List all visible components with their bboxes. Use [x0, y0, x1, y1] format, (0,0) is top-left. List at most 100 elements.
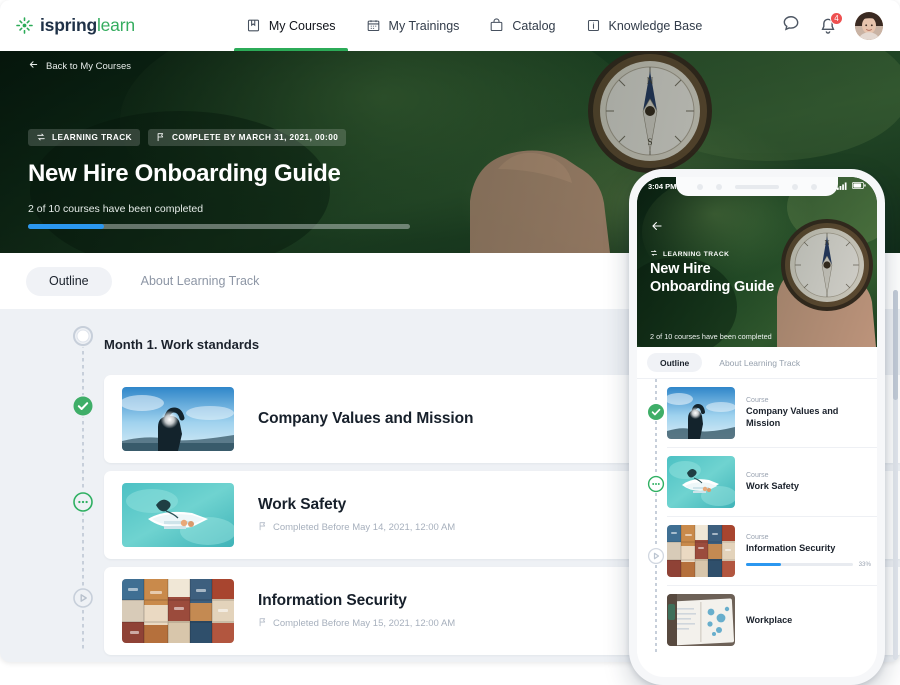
tab-label: Outline: [49, 274, 89, 288]
course-due-label: Completed Before May 15, 2021, 12:00 AM: [273, 618, 456, 629]
phone-course-name: Work Safety: [746, 480, 799, 491]
nav-tab-label: Knowledge Base: [608, 18, 703, 33]
phone-course-thumbnail: [667, 594, 735, 646]
phone-course-list: Course Company Values and Mission Course…: [637, 379, 877, 654]
phone-course-name: Information Security: [746, 543, 836, 554]
course-thumbnail: [122, 387, 234, 451]
phone-course-name: Company Values and Mission: [746, 405, 839, 428]
learning-track-icon: [650, 249, 658, 259]
phone-course-row[interactable]: Course Company Values and Mission: [667, 379, 877, 448]
chat-bubble-icon[interactable]: [781, 13, 801, 38]
outline-section-title: Month 1. Work standards: [104, 336, 260, 352]
nav-tab-catalog[interactable]: Catalog: [474, 0, 570, 51]
ispring-sparkle-icon: [15, 16, 34, 35]
empty-circle-icon: [73, 326, 93, 346]
notification-badge: 4: [830, 11, 843, 25]
course-card-text: Company Values and Mission: [258, 410, 473, 428]
flag-icon: [258, 521, 268, 534]
nav-tab-knowledge-base[interactable]: Knowledge Base: [571, 0, 718, 51]
course-card-text: Information Security Completed Before Ma…: [258, 592, 455, 630]
phone-course-row[interactable]: Course Information Security 33%: [667, 517, 877, 586]
screenshot-root: ispringlearn My Courses My Trainings Cat…: [0, 0, 900, 685]
phone-chip-learning-track: LEARNING TRACK: [650, 249, 729, 259]
tab-about-learning-track[interactable]: About Learning Track: [118, 267, 283, 296]
hand-sun-photo: [122, 387, 234, 451]
timeline-node-not-started: [72, 587, 94, 609]
tab-outline[interactable]: Outline: [26, 266, 112, 296]
brand-name-secondary: learn: [96, 15, 135, 35]
phone-course-thumbnail: [667, 525, 735, 577]
brand-name-primary: ispring: [40, 15, 97, 35]
scrollbar-thumb[interactable]: [893, 290, 898, 400]
nav-tab-label: Catalog: [512, 18, 556, 33]
suitcases-photo: [667, 525, 735, 577]
phone-course-name: Workplace: [746, 615, 793, 626]
phone-tab-outline[interactable]: Outline: [647, 353, 703, 372]
brand-logo[interactable]: ispringlearn: [15, 15, 135, 36]
phone-course-kind: Course: [746, 471, 769, 479]
page-scrollbar[interactable]: [893, 290, 898, 660]
info-icon: [586, 18, 601, 33]
timeline-rail: [72, 325, 94, 652]
timeline-node-section: [72, 325, 94, 347]
suitcases-photo: [122, 579, 234, 643]
chip-label: LEARNING TRACK: [52, 133, 132, 142]
tab-label: About Learning Track: [140, 274, 260, 288]
phone-course-text: Course Information Security 33%: [746, 534, 877, 568]
nav-tab-my-courses[interactable]: My Courses: [231, 0, 351, 51]
learning-track-icon: [36, 132, 46, 144]
book-icon: [246, 18, 261, 33]
hero-progress-bar: [28, 224, 410, 229]
back-to-my-courses-link[interactable]: Back to My Courses: [28, 59, 131, 73]
check-circle-icon: [73, 396, 93, 416]
phone-back-button[interactable]: [650, 219, 664, 238]
phone-progress-text: 2 of 10 courses have been completed: [650, 332, 772, 341]
phone-chip-label: LEARNING TRACK: [663, 250, 730, 258]
in-progress-circle-icon: [73, 492, 93, 512]
timeline-node-completed: [72, 395, 94, 417]
signal-bars-icon: [837, 181, 848, 192]
chip-due-date: COMPLETE BY MARCH 31, 2021, 00:00: [147, 129, 347, 146]
phone-course-row[interactable]: Workplace: [667, 586, 877, 654]
hero-progress-fill: [28, 224, 105, 229]
avatar-image: [855, 11, 883, 40]
battery-icon: [852, 182, 866, 191]
avatar[interactable]: [855, 11, 883, 40]
course-title: Work Safety: [258, 496, 347, 513]
course-thumbnail: [122, 483, 234, 547]
chip-label: COMPLETE BY MARCH 31, 2021, 00:00: [171, 133, 339, 142]
in-progress-circle-icon: [647, 475, 665, 493]
phone-course-text: Course Company Values and Mission: [746, 397, 877, 430]
phone-tab-label: Outline: [660, 357, 690, 368]
back-link-label: Back to My Courses: [46, 60, 131, 72]
phone-tab-about-learning-track[interactable]: About Learning Track: [706, 353, 813, 372]
phone-timeline-node-completed: [647, 403, 665, 421]
boat-photo: [122, 483, 234, 547]
phone-title-line-2: Onboarding Guide: [650, 278, 775, 295]
phone-course-kind: Course: [746, 534, 769, 542]
notifications-button[interactable]: 4: [818, 11, 843, 36]
phone-timeline-node-in-progress: [647, 475, 665, 493]
course-thumbnail: [122, 579, 234, 643]
flag-icon: [258, 617, 268, 630]
phone-course-row[interactable]: Course Work Safety: [667, 448, 877, 517]
phone-hero: N LEARNING TRACK: [637, 177, 877, 347]
phone-course-text: Course Work Safety: [746, 472, 877, 493]
phone-course-thumbnail: [667, 387, 735, 439]
nav-right-actions: 4: [781, 11, 883, 40]
course-title: Information Security: [258, 592, 407, 609]
phone-course-progress: 33%: [746, 561, 871, 568]
phone-course-thumbnail: [667, 456, 735, 508]
top-navigation-bar: ispringlearn My Courses My Trainings Cat…: [0, 0, 900, 51]
play-circle-icon: [73, 588, 93, 608]
course-card-text: Work Safety Completed Before May 14, 202…: [258, 496, 455, 534]
arrow-left-icon: [28, 59, 39, 73]
flag-icon: [156, 132, 166, 144]
phone-title-line-1: New Hire: [650, 261, 711, 277]
hand-sun-photo: [667, 387, 735, 439]
nav-tabs: My Courses My Trainings Catalog Knowledg…: [231, 0, 717, 51]
nav-tab-my-trainings[interactable]: My Trainings: [351, 0, 475, 51]
phone-course-progress-fill: [746, 562, 782, 566]
boat-photo: [667, 456, 735, 508]
phone-course-progress-bar: [746, 562, 853, 566]
